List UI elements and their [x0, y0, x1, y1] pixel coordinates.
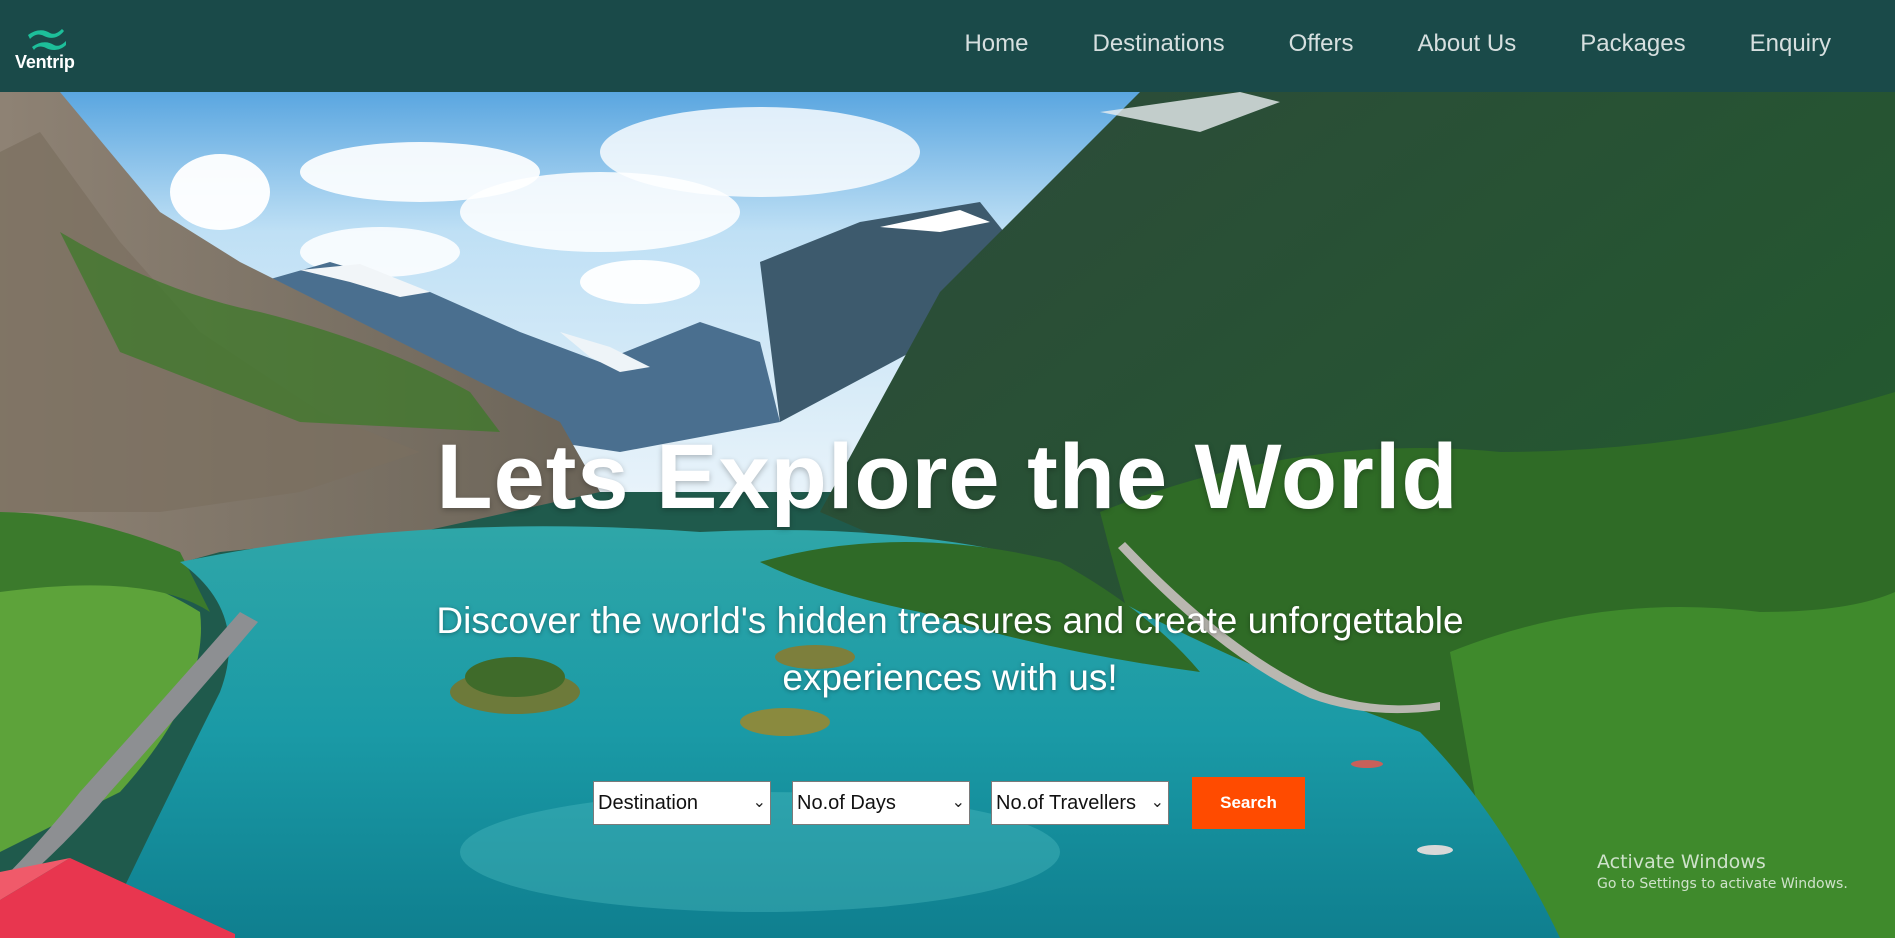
chevron-down-icon: ⌄ [951, 794, 965, 811]
nav-offers[interactable]: Offers [1289, 30, 1354, 58]
days-select[interactable]: No.of Days ⌄ [792, 781, 970, 825]
nav-destinations[interactable]: Destinations [1093, 30, 1225, 58]
nav-home[interactable]: Home [964, 30, 1028, 58]
nav-about-us[interactable]: About Us [1418, 30, 1517, 58]
chevron-down-icon: ⌄ [752, 794, 766, 811]
top-navbar: Ventrip Home Destinations Offers About U… [0, 0, 1895, 92]
hero-title: Lets Explore the World [436, 426, 1459, 528]
brand-logo[interactable]: Ventrip [12, 22, 82, 74]
search-form: Destination ⌄ No.of Days ⌄ No.of Travell… [593, 777, 1305, 829]
nav-enquiry[interactable]: Enquiry [1750, 30, 1831, 58]
watermark-subtitle: Go to Settings to activate Windows. [1597, 876, 1848, 892]
travellers-select-value: No.of Travellers [996, 792, 1137, 814]
watermark-title: Activate Windows [1597, 851, 1766, 873]
travellers-select[interactable]: No.of Travellers ⌄ [991, 781, 1169, 825]
activate-windows-watermark: Activate Windows Go to Settings to activ… [1597, 851, 1848, 892]
destination-select-value: Destination [598, 792, 699, 814]
hero-subtitle: Discover the world's hidden treasures an… [436, 600, 1464, 698]
destination-select[interactable]: Destination ⌄ [593, 781, 771, 825]
days-select-value: No.of Days [797, 792, 896, 814]
main-menu: Home Destinations Offers About Us Packag… [900, 30, 1831, 58]
hero-section: Lets Explore the World Discover the worl… [0, 92, 1895, 938]
nav-packages[interactable]: Packages [1580, 30, 1685, 58]
search-button[interactable]: Search [1192, 777, 1305, 829]
brand-name: Ventrip [15, 52, 75, 72]
wave-logo-icon [28, 29, 66, 50]
chevron-down-icon: ⌄ [1150, 794, 1164, 811]
